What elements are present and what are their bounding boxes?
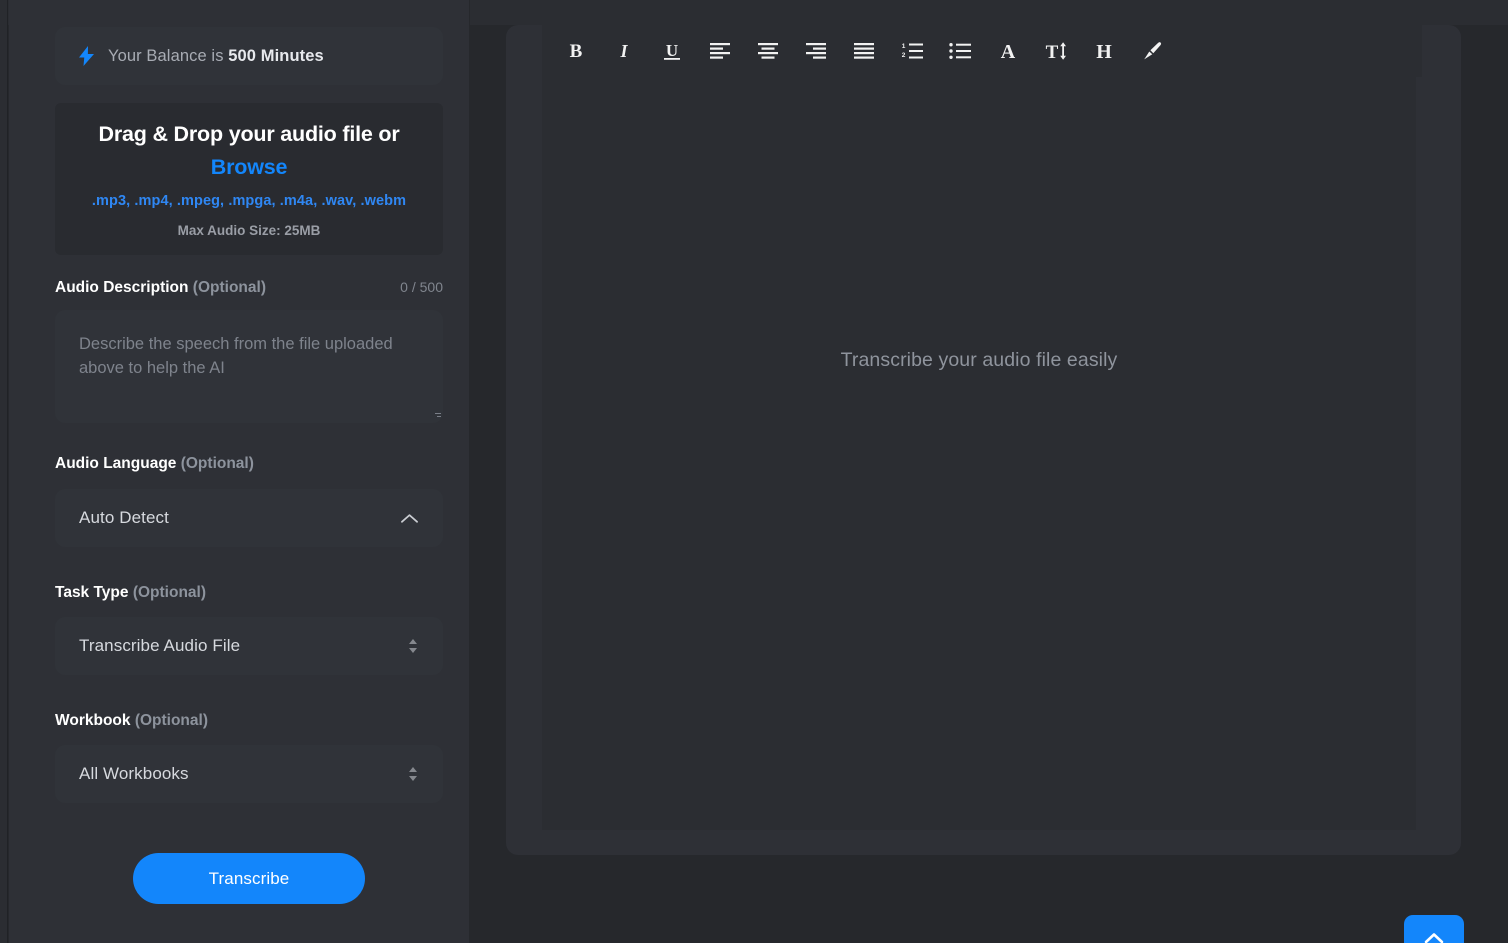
left-rail — [0, 0, 8, 943]
balance-amount: 500 Minutes — [228, 46, 324, 65]
balance-prefix: Your Balance is — [108, 46, 229, 65]
svg-text:B: B — [570, 41, 583, 62]
app-root: Your Balance is 500 Minutes Drag & Drop … — [0, 0, 1508, 943]
font-size-button[interactable]: T — [1032, 31, 1080, 71]
supported-formats: .mp3, .mp4, .mpeg, .mpga, .m4a, .wav, .w… — [91, 192, 407, 209]
brush-icon — [1144, 42, 1162, 60]
font-size-icon: T — [1046, 42, 1066, 62]
underline-icon: U — [664, 41, 680, 60]
svg-text:1: 1 — [902, 43, 906, 50]
svg-text:I: I — [619, 41, 628, 61]
audio-dropzone[interactable]: Drag & Drop your audio file or Browse .m… — [55, 103, 443, 255]
align-left-button[interactable] — [696, 31, 744, 71]
font-family-icon: A — [1001, 41, 1016, 62]
audio-description-counter: 0 / 500 — [400, 279, 443, 295]
task-type-label: Task Type (Optional) — [55, 584, 206, 602]
audio-description-label: Audio Description (Optional) — [55, 279, 266, 297]
audio-description-input[interactable] — [55, 310, 443, 423]
task-type-select[interactable]: Transcribe Audio File — [55, 617, 443, 675]
ordered-list-button[interactable]: 1 2 — [888, 31, 936, 71]
bullet-list-icon — [949, 43, 971, 59]
svg-text:H: H — [1096, 41, 1112, 62]
align-right-button[interactable] — [792, 31, 840, 71]
italic-button[interactable]: I — [600, 31, 648, 71]
lightning-bolt-icon — [79, 46, 94, 66]
audio-language-select[interactable]: Auto Detect — [55, 489, 443, 547]
workbook-optional: (Optional) — [134, 712, 208, 729]
transcription-sidebar: Your Balance is 500 Minutes Drag & Drop … — [9, 0, 470, 943]
bold-icon: B — [570, 41, 583, 62]
font-family-button[interactable]: A — [984, 31, 1032, 71]
dropzone-title: Drag & Drop your audio file or — [98, 122, 400, 146]
task-type-label-text: Task Type — [55, 584, 133, 601]
chevron-up-icon — [401, 514, 418, 523]
audio-language-optional: (Optional) — [180, 455, 254, 472]
align-left-icon — [710, 43, 730, 59]
align-center-icon — [758, 43, 778, 59]
stepper-updown-icon — [409, 639, 417, 653]
underline-button[interactable]: U — [648, 31, 696, 71]
workbook-label-text: Workbook — [55, 712, 135, 729]
audio-language-label-text: Audio Language — [55, 455, 181, 472]
italic-icon: I — [619, 41, 628, 61]
scroll-to-top-button[interactable] — [1404, 915, 1464, 943]
editor-placeholder: Transcribe your audio file easily — [840, 349, 1118, 371]
task-type-value: Transcribe Audio File — [79, 636, 241, 655]
transcribe-button[interactable]: Transcribe — [133, 853, 365, 904]
audio-language-label: Audio Language (Optional) — [55, 455, 254, 473]
align-justify-icon — [854, 43, 874, 59]
max-audio-size: Max Audio Size: 25MB — [177, 222, 321, 238]
bold-button[interactable]: B — [552, 31, 600, 71]
heading-icon: H — [1096, 41, 1112, 62]
balance-banner: Your Balance is 500 Minutes — [55, 27, 443, 85]
audio-description-label-row: Audio Description (Optional) 0 / 500 — [55, 279, 443, 297]
align-justify-button[interactable] — [840, 31, 888, 71]
ordered-list-icon: 1 2 — [902, 43, 923, 59]
align-center-button[interactable] — [744, 31, 792, 71]
bullet-list-button[interactable] — [936, 31, 984, 71]
editor-text-area[interactable]: Transcribe your audio file easily — [542, 77, 1416, 830]
balance-text: Your Balance is 500 Minutes — [108, 47, 324, 66]
audio-language-label-row: Audio Language (Optional) — [55, 455, 443, 473]
audio-description-optional: (Optional) — [192, 279, 266, 296]
task-type-label-row: Task Type (Optional) — [55, 584, 443, 602]
align-right-icon — [806, 43, 826, 59]
workbook-select[interactable]: All Workbooks — [55, 745, 443, 803]
svg-text:U: U — [666, 41, 678, 60]
browse-link[interactable]: Browse — [211, 155, 288, 180]
audio-language-value: Auto Detect — [79, 508, 169, 527]
svg-text:A: A — [1001, 41, 1016, 62]
svg-text:2: 2 — [902, 52, 906, 59]
svg-text:T: T — [1046, 42, 1059, 62]
workbook-value: All Workbooks — [79, 764, 189, 783]
workbook-label: Workbook (Optional) — [55, 712, 208, 730]
stepper-updown-icon — [409, 767, 417, 781]
task-type-optional: (Optional) — [132, 584, 207, 601]
audio-description-label-text: Audio Description — [55, 279, 193, 296]
heading-button[interactable]: H — [1080, 31, 1128, 71]
workbook-label-row: Workbook (Optional) — [55, 712, 443, 730]
editor-toolbar: B I U 1 2 A T H — [542, 25, 1422, 77]
brush-button[interactable] — [1128, 31, 1176, 71]
chevron-up-icon — [1424, 933, 1444, 943]
